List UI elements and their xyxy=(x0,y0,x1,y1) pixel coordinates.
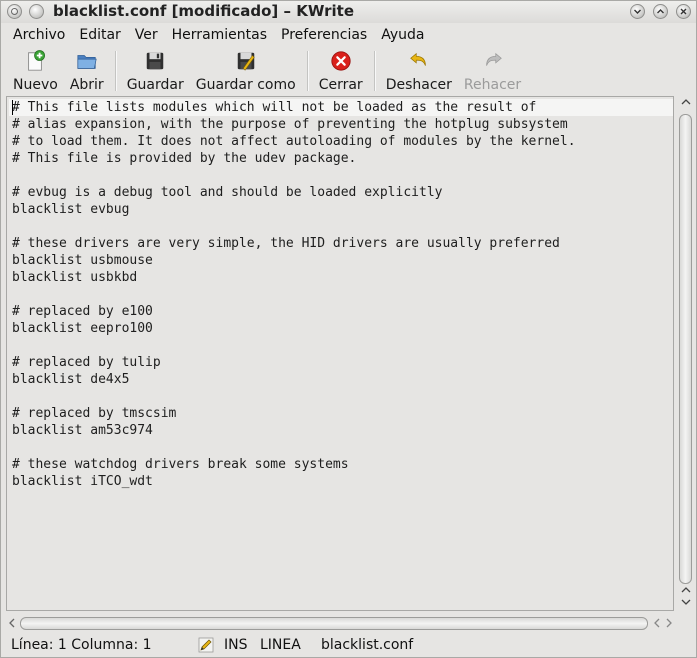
horizontal-scrollbar[interactable] xyxy=(6,615,696,633)
save-button[interactable]: Guardar xyxy=(121,48,190,94)
menubar: Archivo Editar Ver Herramientas Preferen… xyxy=(1,25,696,47)
code-line: blacklist usbmouse xyxy=(12,253,153,268)
menu-ayuda[interactable]: Ayuda xyxy=(374,25,431,47)
kwrite-window: blacklist.conf [modificado] – KWrite Arc… xyxy=(0,0,697,658)
open-folder-icon xyxy=(77,55,97,69)
code-line: # replaced by tmscsim xyxy=(12,406,177,421)
pin-icon[interactable] xyxy=(29,4,44,19)
scroll-left-icon[interactable] xyxy=(6,615,18,633)
new-button[interactable]: Nuevo xyxy=(7,48,64,94)
horizontal-scroll-thumb[interactable] xyxy=(20,617,648,630)
menu-preferencias[interactable]: Preferencias xyxy=(274,25,374,47)
code-text-area[interactable]: # This file lists modules which will not… xyxy=(12,99,671,490)
vertical-scroll-thumb[interactable] xyxy=(679,114,692,584)
file-name: blacklist.conf xyxy=(321,637,414,653)
toolbar-separator xyxy=(373,51,375,91)
save-as-button[interactable]: Guardar como xyxy=(190,48,302,94)
code-line: blacklist am53c974 xyxy=(12,423,153,438)
open-button[interactable]: Abrir xyxy=(64,48,110,94)
redo-label: Rehacer xyxy=(463,77,522,93)
redo-icon xyxy=(485,52,502,66)
code-line: # evbug is a debug tool and should be lo… xyxy=(12,185,443,200)
main-toolbar: Nuevo Abrir Guardar Guardar como Cerrar … xyxy=(1,48,696,94)
code-line: # This file lists modules which will not… xyxy=(12,100,537,115)
minimize-icon[interactable] xyxy=(630,4,645,19)
undo-icon xyxy=(409,52,426,66)
toolbar-separator xyxy=(114,51,116,91)
code-line: # to load them. It does not affect autol… xyxy=(12,134,576,149)
code-line: blacklist usbkbd xyxy=(12,270,138,285)
close-button[interactable]: Cerrar xyxy=(313,48,369,94)
cursor-position: Línea: 1 Columna: 1 xyxy=(11,637,152,653)
vertical-scrollbar[interactable] xyxy=(677,96,694,611)
save-as-label: Guardar como xyxy=(195,77,296,93)
code-line: blacklist evbug xyxy=(12,202,130,217)
code-line: # these watchdog drivers break some syst… xyxy=(12,457,349,472)
insert-mode[interactable]: INS xyxy=(224,636,248,654)
open-label: Abrir xyxy=(69,77,104,93)
redo-button[interactable]: Rehacer xyxy=(458,48,527,94)
scroll-left-small-icon[interactable] xyxy=(651,615,663,633)
save-label: Guardar xyxy=(126,77,184,93)
toolbar-separator xyxy=(306,51,308,91)
text-caret xyxy=(12,100,13,115)
scroll-up-small-icon[interactable] xyxy=(678,586,693,598)
save-disk-icon xyxy=(146,52,164,70)
code-line: blacklist eepro100 xyxy=(12,321,153,336)
modified-pencil-icon xyxy=(198,637,214,653)
save-as-icon xyxy=(237,52,255,71)
code-line: # replaced by tulip xyxy=(12,355,161,370)
undo-label: Deshacer xyxy=(385,77,452,93)
scroll-down-icon[interactable] xyxy=(678,598,693,610)
window-title: blacklist.conf [modificado] – KWrite xyxy=(53,2,355,20)
code-line: blacklist de4x5 xyxy=(12,372,130,387)
undo-button[interactable]: Deshacer xyxy=(380,48,458,94)
new-label: Nuevo xyxy=(13,77,58,93)
menu-archivo[interactable]: Archivo xyxy=(6,25,72,47)
code-line: blacklist iTCO_wdt xyxy=(12,474,153,489)
maximize-icon[interactable] xyxy=(653,4,668,19)
new-document-icon xyxy=(28,50,46,71)
close-window-icon[interactable] xyxy=(676,4,691,19)
code-line: # replaced by e100 xyxy=(12,304,153,319)
statusbar: Línea: 1 Columna: 1 INS LINEA blacklist.… xyxy=(1,634,696,656)
close-icon xyxy=(331,51,351,71)
code-line: # alias expansion, with the purpose of p… xyxy=(12,117,568,132)
code-line: # This file is provided by the udev pack… xyxy=(12,151,357,166)
window-menu-icon[interactable] xyxy=(7,4,22,19)
menu-editar[interactable]: Editar xyxy=(72,25,127,47)
menu-ver[interactable]: Ver xyxy=(128,25,165,47)
scroll-right-icon[interactable] xyxy=(663,615,675,633)
titlebar: blacklist.conf [modificado] – KWrite xyxy=(1,1,696,23)
close-label: Cerrar xyxy=(318,77,363,93)
scroll-up-icon[interactable] xyxy=(678,98,693,110)
menu-herramientas[interactable]: Herramientas xyxy=(165,25,274,47)
code-line: # these drivers are very simple, the HID… xyxy=(12,236,560,251)
selection-mode[interactable]: LINEA xyxy=(260,636,301,654)
text-editor[interactable]: # This file lists modules which will not… xyxy=(6,96,674,611)
